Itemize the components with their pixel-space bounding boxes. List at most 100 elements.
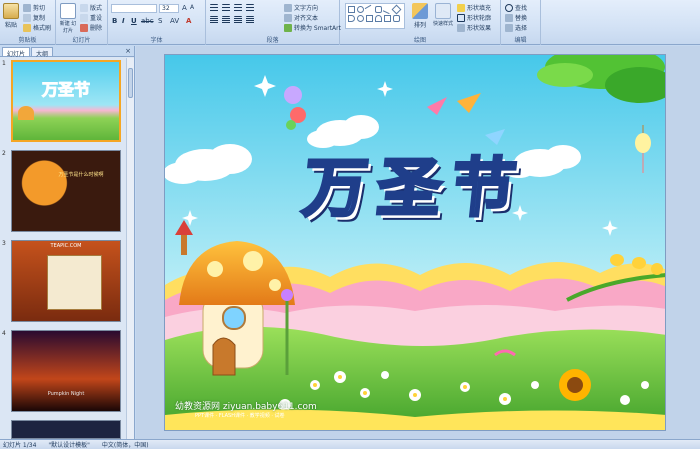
font-name-select[interactable] xyxy=(111,4,157,13)
clipboard-group: 粘贴 剪切 复制 格式刷 剪贴板 xyxy=(0,0,56,45)
text-direction-label: 文字方向 xyxy=(294,5,319,12)
font-size-select[interactable]: 32 xyxy=(159,4,179,13)
paragraph-group: 文字方向 对齐文本 转换为 SmartArt 段落 xyxy=(206,0,341,45)
shape-effects-button[interactable]: 形状效果 xyxy=(457,23,491,32)
slide-preview[interactable]: TEAPIC.COM xyxy=(11,240,121,322)
shape-outline-label: 形状轮廓 xyxy=(467,15,492,22)
smartart-button[interactable]: 转换为 SmartArt xyxy=(284,23,341,32)
callout-shape-icon[interactable] xyxy=(384,15,391,22)
slide-thumbnail-3[interactable]: 3 TEAPIC.COM xyxy=(0,240,125,322)
arc-shape-icon[interactable] xyxy=(375,15,382,22)
slide-number: 2 xyxy=(2,150,6,157)
shape-outline-button[interactable]: 形状轮廓 xyxy=(457,13,491,22)
quick-styles-button[interactable]: 快速样式 xyxy=(432,3,454,27)
decrease-indent-button[interactable] xyxy=(234,4,242,12)
italic-button[interactable]: I xyxy=(122,17,125,25)
line-spacing-icon xyxy=(246,4,254,12)
rounded-rect-shape-icon[interactable] xyxy=(375,6,382,13)
delete-label: 删除 xyxy=(90,25,103,32)
format-painter-button[interactable]: 格式刷 xyxy=(23,23,51,32)
bold-button[interactable]: B xyxy=(112,17,117,25)
theme-name[interactable]: "默认设计模板" xyxy=(48,440,90,449)
thumbnail-scrollbar[interactable] xyxy=(126,58,134,439)
rectangle-shape-icon[interactable] xyxy=(348,6,355,13)
delete-icon xyxy=(80,23,88,32)
star-shape-icon[interactable] xyxy=(393,15,400,22)
justify-button[interactable] xyxy=(246,16,254,24)
select-label: 选择 xyxy=(515,25,528,32)
watermark-text: 幼教资源网 ziyuan.baby611.com xyxy=(175,402,317,412)
thumbnail-text: 万圣节是什么时候啊 xyxy=(58,172,104,178)
strikethrough-button[interactable]: abc xyxy=(141,17,154,25)
layout-icon xyxy=(80,3,88,12)
layout-button[interactable]: 版式 xyxy=(80,3,102,12)
diamond-shape-icon[interactable] xyxy=(391,4,402,15)
oval-shape-icon[interactable] xyxy=(357,6,364,13)
select-button[interactable]: 选择 xyxy=(505,23,527,32)
grow-font-button[interactable]: A xyxy=(182,4,187,12)
editing-group: 查找 替换 选择 编辑 xyxy=(501,0,541,45)
line-spacing-button[interactable] xyxy=(246,4,254,12)
paragraph-group-label: 段落 xyxy=(266,37,279,44)
text-direction-button[interactable]: 文字方向 xyxy=(284,3,318,12)
slide-thumbnail-5[interactable] xyxy=(0,420,125,439)
slide-preview[interactable]: Pumpkin Night xyxy=(11,330,121,412)
slide-preview[interactable]: 万圣节是什么时候啊 xyxy=(11,150,121,232)
square-shape-icon[interactable] xyxy=(366,15,373,22)
watermark-subtext: PPT课件 · FLASH课件 · 教学视频 · 试卷 xyxy=(195,413,285,419)
scroll-paper-icon xyxy=(47,255,102,310)
replace-button[interactable]: 替换 xyxy=(505,13,527,22)
thumbnail-title: 万圣节 xyxy=(41,80,90,100)
slide-thumbnail-2[interactable]: 2 万圣节是什么时候啊 xyxy=(0,150,125,232)
slide-thumbnail-1[interactable]: 1 万圣节 xyxy=(0,60,125,142)
smartart-icon xyxy=(284,23,292,32)
find-button[interactable]: 查找 xyxy=(505,3,527,12)
paste-button[interactable]: 粘贴 xyxy=(3,3,19,29)
shapes-gallery[interactable] xyxy=(345,3,405,29)
circle-shape-icon[interactable] xyxy=(357,15,364,22)
slide-preview[interactable]: 万圣节 xyxy=(11,60,121,142)
mushroom-icon xyxy=(18,106,34,120)
align-right-icon xyxy=(234,16,242,24)
shape-icon[interactable] xyxy=(348,15,355,22)
numbering-button[interactable] xyxy=(222,4,230,12)
slide-title[interactable]: 万圣节 xyxy=(165,137,665,229)
paste-icon xyxy=(3,3,19,19)
slide-editor: 万圣节 幼教资源网 ziyuan.baby611.com PPT课件 · FLA… xyxy=(136,46,700,439)
cut-button[interactable]: 剪切 xyxy=(23,3,45,12)
align-center-button[interactable] xyxy=(222,16,230,24)
language-indicator[interactable]: 中文(简体，中国) xyxy=(102,440,149,449)
status-bar: 幻灯片 1/34 "默认设计模板" 中文(简体，中国) xyxy=(0,439,700,449)
shrink-font-button[interactable]: A xyxy=(190,4,194,11)
align-text-button[interactable]: 对齐文本 xyxy=(284,13,318,22)
indent-icon xyxy=(234,4,242,12)
slide-preview[interactable] xyxy=(11,420,121,439)
reset-icon xyxy=(80,13,88,22)
arrange-button[interactable]: 排列 xyxy=(410,3,430,29)
slide-canvas[interactable]: 万圣节 幼教资源网 ziyuan.baby611.com PPT课件 · FLA… xyxy=(164,54,666,431)
delete-button[interactable]: 删除 xyxy=(80,23,102,32)
new-slide-button[interactable]: 新建 幻灯片 xyxy=(58,3,78,34)
shape-fill-button[interactable]: 形状填充 xyxy=(457,3,491,12)
shadow-button[interactable]: S xyxy=(158,17,162,25)
scrollbar-thumb[interactable] xyxy=(128,68,133,98)
copy-button[interactable]: 复制 xyxy=(23,13,45,22)
align-text-label: 对齐文本 xyxy=(294,15,319,22)
font-color-button[interactable]: A xyxy=(186,17,191,25)
line-shape-icon[interactable] xyxy=(364,4,375,15)
bullets-button[interactable] xyxy=(210,4,218,12)
reset-button[interactable]: 重设 xyxy=(80,13,102,22)
quick-styles-label: 快速样式 xyxy=(432,21,453,27)
tab-slides[interactable]: 幻灯片 xyxy=(2,47,31,58)
smartart-label: 转换为 SmartArt xyxy=(294,25,341,32)
slide-thumbnail-4[interactable]: 4 Pumpkin Night xyxy=(0,330,125,412)
slide-number: 3 xyxy=(2,240,6,247)
underline-button[interactable]: U xyxy=(131,17,137,25)
tab-outline[interactable]: 大纲 xyxy=(31,47,54,58)
thumbnail-text: TEAPIC.COM xyxy=(50,243,82,249)
drawing-group-label: 绘图 xyxy=(413,37,426,44)
spacing-button[interactable]: AV xyxy=(170,17,179,25)
align-left-button[interactable] xyxy=(210,16,218,24)
close-icon[interactable]: × xyxy=(125,47,131,55)
align-right-button[interactable] xyxy=(234,16,242,24)
